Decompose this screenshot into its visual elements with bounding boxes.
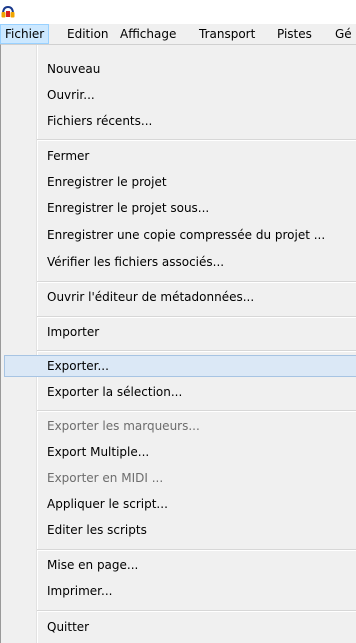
menu-item-enregistrer-copie-compressee[interactable]: Enregistrer une copie compressée du proj…	[4, 224, 356, 246]
menu-item-label: Appliquer le script...	[47, 497, 168, 511]
menu-item-label: Quitter	[47, 620, 90, 634]
menu-bar: Fichier Edition Affichage Transport Pist…	[0, 24, 356, 44]
menu-item-label: Enregistrer le projet sous...	[47, 201, 210, 215]
menubar-generer[interactable]: Gé	[330, 24, 356, 44]
menu-item-fermer[interactable]: Fermer	[4, 145, 356, 167]
menu-item-label: Ouvrir l'éditeur de métadonnées...	[47, 290, 255, 304]
menu-item-label: Enregistrer le projet	[47, 175, 167, 189]
audacity-logo-icon	[1, 6, 15, 18]
menu-item-mise-en-page[interactable]: Mise en page...	[4, 554, 356, 576]
menu-item-exporter-marqueurs: Exporter les marqueurs...	[4, 415, 356, 437]
menubar-affichage[interactable]: Affichage	[115, 24, 181, 44]
menu-separator	[37, 281, 356, 283]
menubar-pistes[interactable]: Pistes	[272, 24, 317, 44]
menu-item-exporter-midi: Exporter en MIDI ...	[4, 467, 356, 489]
menu-item-label: Exporter en MIDI ...	[47, 471, 164, 485]
menu-separator	[37, 549, 356, 551]
menu-item-fichiers-recents[interactable]: Fichiers récents...	[4, 110, 356, 132]
menu-item-ouvrir[interactable]: Ouvrir...	[4, 84, 356, 106]
menu-separator	[37, 350, 356, 352]
menu-item-label: Exporter...	[47, 359, 109, 373]
menu-item-label: Editer les scripts	[47, 523, 147, 537]
menu-item-label: Vérifier les fichiers associés...	[47, 255, 225, 269]
menu-item-nouveau[interactable]: Nouveau	[4, 58, 356, 80]
menu-separator	[37, 610, 356, 612]
menu-item-label: Fichiers récents...	[47, 114, 153, 128]
menu-item-enregistrer-projet-sous[interactable]: Enregistrer le projet sous...	[4, 197, 356, 219]
menu-item-exporter-selection[interactable]: Exporter la sélection...	[4, 381, 356, 403]
menu-item-editeur-metadonnees[interactable]: Ouvrir l'éditeur de métadonnées...	[4, 286, 356, 308]
menu-item-appliquer-script[interactable]: Appliquer le script...	[4, 493, 356, 515]
menu-item-label: Exporter les marqueurs...	[47, 419, 200, 433]
menu-item-label: Mise en page...	[47, 558, 139, 572]
menu-item-exporter[interactable]: Exporter...	[4, 355, 356, 377]
menubar-transport[interactable]: Transport	[194, 24, 260, 44]
menu-item-label: Enregistrer une copie compressée du proj…	[47, 228, 326, 242]
menu-item-verifier-fichiers[interactable]: Vérifier les fichiers associés...	[4, 251, 356, 273]
menu-item-label: Importer	[47, 325, 100, 339]
title-bar	[0, 0, 356, 24]
menubar-edition[interactable]: Edition	[62, 24, 114, 44]
menu-item-label: Exporter la sélection...	[47, 385, 183, 399]
fichier-dropdown-menu: Nouveau Ouvrir... Fichiers récents... Fe…	[0, 44, 356, 643]
menu-item-quitter[interactable]: Quitter	[4, 616, 356, 638]
menu-item-importer[interactable]: Importer	[4, 321, 356, 343]
menu-item-export-multiple[interactable]: Export Multiple...	[4, 441, 356, 463]
menu-item-imprimer[interactable]: Imprimer...	[4, 580, 356, 602]
menubar-fichier[interactable]: Fichier	[0, 24, 50, 44]
menu-item-label: Nouveau	[47, 62, 101, 76]
menu-separator	[37, 139, 356, 141]
menu-item-editer-scripts[interactable]: Editer les scripts	[4, 519, 356, 541]
menu-item-enregistrer-projet[interactable]: Enregistrer le projet	[4, 171, 356, 193]
menu-separator	[37, 316, 356, 318]
menu-item-label: Export Multiple...	[47, 445, 150, 459]
menu-item-label: Fermer	[47, 149, 90, 163]
menu-item-label: Imprimer...	[47, 584, 113, 598]
menu-separator	[37, 410, 356, 412]
menu-item-label: Ouvrir...	[47, 88, 95, 102]
